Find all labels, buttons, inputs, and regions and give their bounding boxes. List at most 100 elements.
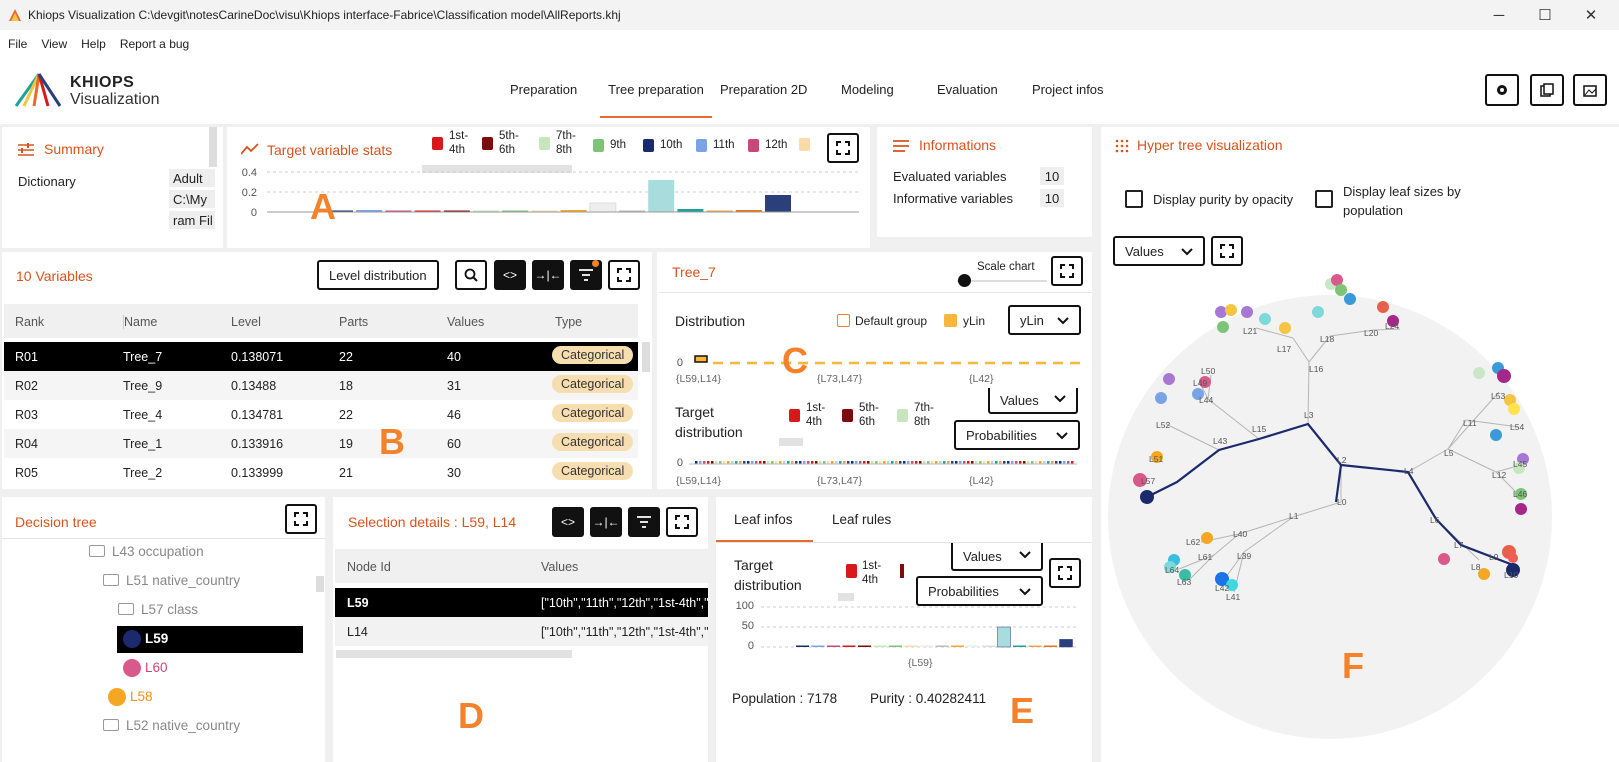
scale-select[interactable]: yLin	[1008, 305, 1081, 335]
tree-leaf[interactable]	[1259, 313, 1271, 325]
tree-leaf[interactable]	[1279, 322, 1291, 334]
bar[interactable]	[811, 645, 825, 648]
settings-button[interactable]	[1485, 74, 1519, 106]
tree-leaf[interactable]	[1473, 367, 1485, 379]
bar[interactable]	[1059, 639, 1073, 648]
purity-opacity-checkbox[interactable]	[1125, 190, 1143, 208]
bar[interactable]	[648, 180, 675, 212]
hyper-values-select[interactable]: Values	[1113, 236, 1205, 266]
bar[interactable]	[858, 645, 871, 648]
values-select[interactable]: Values	[988, 388, 1078, 414]
collapse-columns-button[interactable]: →|←	[590, 507, 622, 537]
close-button[interactable]: ✕	[1568, 0, 1614, 30]
fullscreen-button[interactable]	[666, 507, 698, 537]
table-row[interactable]: R03 Tree_4 0.134781 22 46 Categorical	[4, 400, 638, 429]
tree-node[interactable]: L52 native_country	[103, 718, 240, 733]
scrollbar[interactable]	[336, 650, 572, 658]
tree-leaf[interactable]	[1312, 306, 1324, 318]
bar[interactable]	[904, 645, 918, 648]
screenshot-button[interactable]	[1573, 74, 1607, 106]
table-row[interactable]: R01 Tree_7 0.138071 22 40 Categorical	[4, 342, 638, 371]
expand-columns-button[interactable]: <>	[494, 260, 526, 290]
copy-view-button[interactable]	[1530, 74, 1564, 106]
table-row[interactable]: R04 Tree_1 0.133916 19 60 Categorical	[4, 429, 638, 458]
tree-leaf[interactable]	[1344, 293, 1356, 305]
tab-leaf-rules[interactable]: Leaf rules	[832, 512, 891, 527]
bar[interactable]	[765, 195, 791, 212]
column-header[interactable]: Level	[231, 315, 261, 329]
search-button[interactable]	[455, 260, 487, 290]
tree-leaf[interactable]	[1335, 284, 1347, 296]
expand-columns-button[interactable]: <>	[552, 507, 584, 537]
tree-node[interactable]: L43 occupation	[89, 544, 204, 559]
fullscreen-button[interactable]	[827, 133, 859, 163]
scrollbar[interactable]	[779, 438, 803, 446]
level-distribution-button[interactable]: Level distribution	[317, 260, 439, 290]
bar[interactable]	[1013, 645, 1026, 648]
bar[interactable]	[935, 645, 949, 648]
bar[interactable]	[889, 645, 902, 648]
bar[interactable]	[982, 645, 995, 648]
tree-leaf[interactable]	[1490, 429, 1502, 441]
fullscreen-button[interactable]	[608, 260, 640, 290]
column-header[interactable]: Values	[447, 315, 484, 329]
fullscreen-button[interactable]	[1051, 256, 1083, 286]
bar[interactable]	[1044, 645, 1057, 648]
tree-leaf[interactable]	[1497, 369, 1511, 383]
tab-project-infos[interactable]: Project infos	[1032, 82, 1104, 97]
scrollbar[interactable]	[316, 576, 324, 592]
tree-leaf[interactable]	[1508, 403, 1520, 415]
tab-tree-preparation[interactable]: Tree preparation	[600, 82, 712, 118]
maximize-button[interactable]: ☐	[1522, 0, 1568, 30]
hyper-tree-canvas[interactable]: L21 L17 L18 L16 L20 L24 L50 L49 L44 L52 L43 L15 L3 L5…	[1101, 272, 1619, 762]
bar[interactable]	[966, 645, 980, 648]
tab-preparation[interactable]: Preparation	[510, 82, 577, 97]
tree-node[interactable]: L51 native_country	[103, 573, 240, 588]
filter-button[interactable]	[628, 507, 660, 537]
bar[interactable]	[997, 626, 1011, 648]
table-row[interactable]: R05 Tree_2 0.133999 21 30 Categorical	[4, 458, 638, 487]
table-row[interactable]: R02 Tree_9 0.13488 18 31 Categorical	[4, 371, 638, 400]
bar[interactable]	[920, 645, 933, 648]
tab-leaf-infos[interactable]: Leaf infos	[734, 512, 793, 527]
tree-leaf[interactable]	[1508, 553, 1518, 563]
fullscreen-button[interactable]	[1211, 236, 1243, 266]
menu-help[interactable]: Help	[81, 37, 106, 51]
tree-leaf[interactable]	[1515, 503, 1527, 515]
leaf-size-checkbox[interactable]	[1315, 190, 1333, 208]
fullscreen-button[interactable]	[285, 504, 317, 534]
tree-leaf[interactable]	[1241, 306, 1253, 318]
tree-leaf[interactable]	[1225, 304, 1237, 316]
column-header[interactable]: Rank	[15, 315, 44, 329]
bar[interactable]	[1028, 645, 1042, 648]
tree-node-label[interactable]: L60	[145, 660, 168, 675]
column-header[interactable]: Values	[541, 560, 578, 574]
column-header[interactable]: Name	[123, 315, 157, 329]
menu-report-bug[interactable]: Report a bug	[120, 37, 189, 51]
tree-leaf[interactable]	[1438, 553, 1450, 565]
bar[interactable]	[827, 645, 840, 648]
tree-node[interactable]: L57 class	[118, 602, 198, 617]
table-row[interactable]: L59 ["10th","11th","12th","1st-4th","5	[335, 588, 708, 617]
scrollbar[interactable]	[209, 127, 217, 167]
probabilities-select[interactable]: Probabilities	[954, 420, 1080, 450]
leaf-values-select[interactable]: Values	[951, 543, 1043, 571]
tree-leaf[interactable]	[1377, 301, 1389, 313]
tab-modeling[interactable]: Modeling	[841, 82, 894, 97]
fullscreen-button[interactable]	[1049, 558, 1081, 588]
tree-node-label[interactable]: L58	[130, 689, 153, 704]
tree-leaf[interactable]	[1215, 306, 1227, 318]
menu-file[interactable]: File	[8, 37, 27, 51]
scrollbar[interactable]	[642, 342, 650, 372]
bar[interactable]	[796, 645, 809, 648]
menu-view[interactable]: View	[41, 37, 67, 51]
bar[interactable]	[873, 645, 887, 648]
tree-leaf[interactable]	[1217, 321, 1229, 333]
column-header[interactable]: Type	[555, 315, 582, 329]
tab-evaluation[interactable]: Evaluation	[937, 82, 998, 97]
scale-slider-thumb[interactable]	[958, 274, 971, 287]
minimize-button[interactable]: ─	[1476, 0, 1522, 30]
tree-leaf[interactable]	[1163, 373, 1175, 385]
tree-leaf[interactable]	[1155, 392, 1167, 404]
bar[interactable]	[951, 645, 964, 648]
